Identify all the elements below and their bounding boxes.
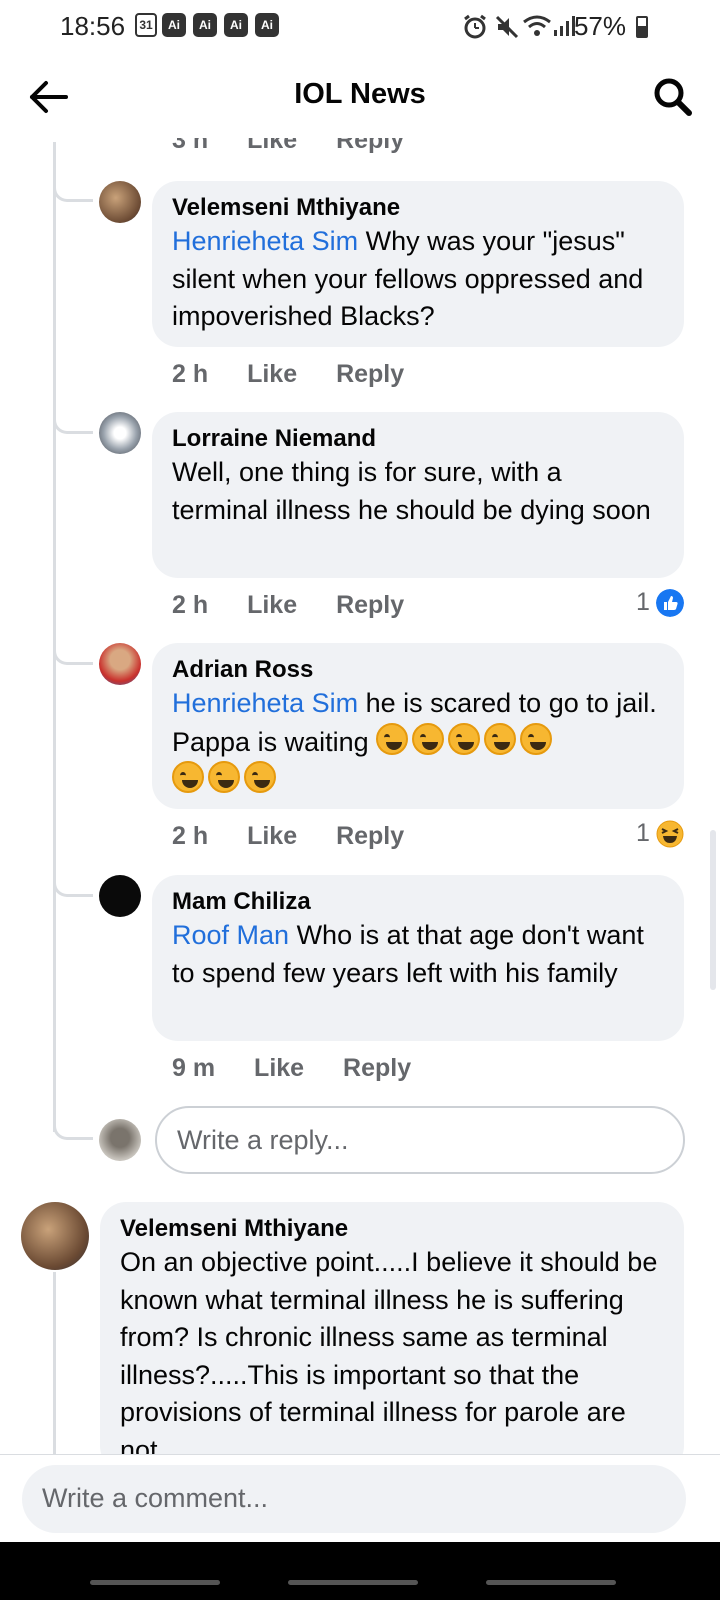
reaction-summary[interactable]: 1 bbox=[636, 588, 684, 618]
thread-line bbox=[53, 1272, 56, 1462]
like-icon bbox=[655, 589, 684, 618]
battery-percent: 57% bbox=[573, 11, 626, 41]
ai-badge-icon: Ai bbox=[193, 13, 217, 37]
reply-bubble: Adrian Ross Henrieheta Sim he is scared … bbox=[152, 643, 684, 809]
like-button[interactable]: Like bbox=[247, 822, 297, 850]
comment-actions: 9 m Like Reply bbox=[172, 1054, 443, 1083]
rolling-laughing-emoji bbox=[208, 761, 240, 793]
rolling-laughing-emoji bbox=[172, 761, 204, 793]
reply-button[interactable]: Reply bbox=[343, 1054, 411, 1082]
ai-badge-icon: Ai bbox=[224, 13, 248, 37]
avatar[interactable] bbox=[99, 412, 141, 454]
reply-bubble: Lorraine Niemand Well, one thing is for … bbox=[152, 412, 684, 578]
wifi-icon bbox=[523, 15, 551, 36]
reply-bubble: Velemseni Mthiyane Henrieheta Sim Why wa… bbox=[152, 181, 684, 347]
comment-bubble: Velemseni Mthiyane On an objective point… bbox=[100, 1202, 684, 1472]
like-button[interactable]: Like bbox=[254, 1054, 304, 1082]
search-icon[interactable] bbox=[650, 74, 696, 120]
thread-connector bbox=[53, 860, 93, 897]
rolling-laughing-emoji bbox=[376, 722, 409, 755]
comment-time: 9 m bbox=[172, 1054, 216, 1082]
like-button[interactable]: Like bbox=[247, 591, 297, 619]
reply-button[interactable]: Reply bbox=[336, 591, 404, 619]
reaction-count: 1 bbox=[636, 588, 650, 616]
calendar-icon: 31 bbox=[135, 13, 157, 37]
thread-connector bbox=[53, 400, 93, 434]
thread-connector bbox=[53, 630, 93, 665]
page-title: IOL News bbox=[294, 78, 426, 110]
reaction-count: 1 bbox=[636, 819, 650, 847]
comment-actions: 2 h Like Reply bbox=[172, 822, 436, 851]
back-button[interactable] bbox=[486, 1580, 616, 1585]
comment-composer: Write a comment... bbox=[0, 1454, 720, 1542]
comment-author[interactable]: Velemseni Mthiyane bbox=[120, 1214, 664, 1244]
battery-icon bbox=[636, 16, 648, 38]
comment-input[interactable]: Write a comment... bbox=[22, 1465, 686, 1533]
system-nav-bar bbox=[0, 1542, 720, 1600]
ai-badge-icon: Ai bbox=[255, 13, 279, 37]
comment-actions: 2 h Like Reply bbox=[172, 591, 436, 620]
mention-link[interactable]: Henrieheta Sim bbox=[172, 688, 358, 718]
thread-connector bbox=[53, 170, 93, 202]
comment-actions: 2 h Like Reply bbox=[172, 360, 436, 389]
comment-text: Well, one thing is for sure, with a term… bbox=[172, 457, 651, 525]
comment-author[interactable]: Mam Chiliza bbox=[172, 887, 664, 917]
mention-link[interactable]: Roof Man bbox=[172, 920, 289, 950]
comment-text: Henrieheta Sim he is scared to go to jai… bbox=[172, 685, 664, 800]
status-time: 18:56 bbox=[60, 11, 126, 41]
recents-button[interactable] bbox=[90, 1580, 220, 1585]
avatar[interactable] bbox=[21, 1202, 89, 1270]
reaction-summary[interactable]: 1 bbox=[636, 819, 684, 848]
rolling-laughing-emoji bbox=[448, 722, 481, 755]
rolling-laughing-emoji bbox=[520, 722, 553, 755]
rolling-laughing-emoji bbox=[412, 722, 445, 755]
comment-text: Roof Man Who is at that age don't want t… bbox=[172, 920, 644, 988]
rolling-laughing-emoji bbox=[484, 722, 517, 755]
current-user-avatar bbox=[99, 1119, 141, 1161]
avatar[interactable] bbox=[99, 181, 141, 223]
reply-button[interactable]: Reply bbox=[336, 360, 404, 388]
home-button[interactable] bbox=[288, 1580, 418, 1585]
mute-icon bbox=[495, 15, 519, 39]
comment-text: Henrieheta Sim Why was your "jesus" sile… bbox=[172, 226, 644, 331]
comment-author[interactable]: Adrian Ross bbox=[172, 655, 664, 685]
comment-text: On an objective point.....I believe it s… bbox=[120, 1247, 658, 1465]
reply-button[interactable]: Reply bbox=[336, 822, 404, 850]
reply-bubble: Mam Chiliza Roof Man Who is at that age … bbox=[152, 875, 684, 1041]
comment-time: 2 h bbox=[172, 822, 209, 850]
thread-connector bbox=[53, 1100, 93, 1140]
comment-time: 2 h bbox=[172, 360, 209, 388]
comment-time: 2 h bbox=[172, 591, 209, 619]
signal-icon bbox=[554, 16, 575, 36]
comment-author[interactable]: Velemseni Mthiyane bbox=[172, 193, 664, 223]
status-bar: 18:56 31 Ai Ai Ai Ai 57% bbox=[0, 0, 720, 56]
like-button[interactable]: Like bbox=[247, 360, 297, 388]
rolling-laughing-emoji bbox=[244, 761, 276, 793]
avatar[interactable] bbox=[99, 643, 141, 685]
reply-input[interactable]: Write a reply... bbox=[155, 1106, 685, 1174]
ai-badge-icon: Ai bbox=[162, 13, 186, 37]
mention-link[interactable]: Henrieheta Sim bbox=[172, 226, 358, 256]
haha-icon bbox=[656, 820, 684, 848]
app-header: IOL News bbox=[0, 56, 720, 138]
avatar[interactable] bbox=[99, 875, 141, 917]
scrollbar[interactable] bbox=[710, 830, 716, 990]
alarm-icon bbox=[464, 14, 486, 39]
comment-author[interactable]: Lorraine Niemand bbox=[172, 424, 664, 454]
